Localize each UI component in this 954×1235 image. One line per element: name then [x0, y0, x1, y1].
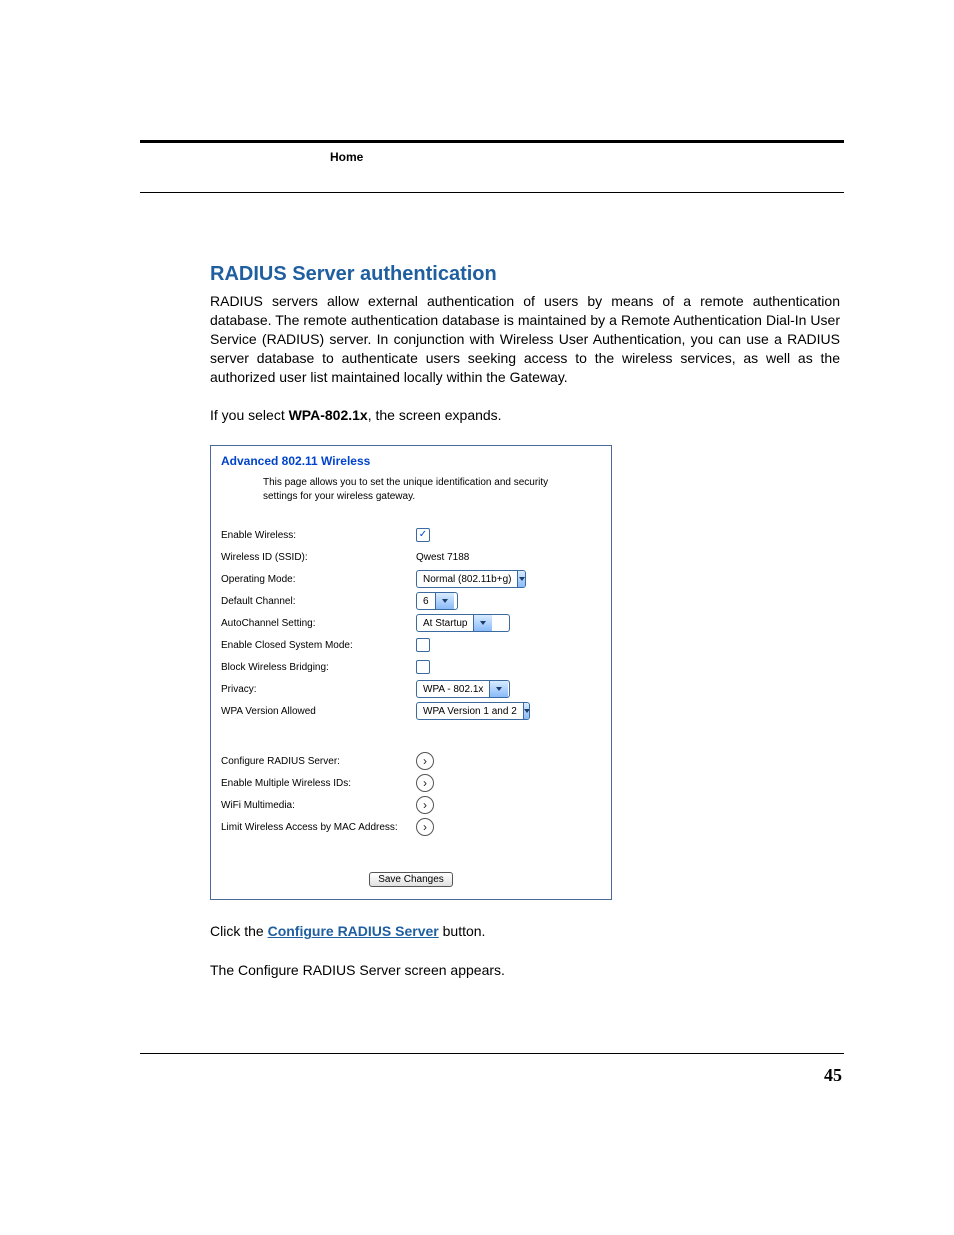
header-rule-thick — [140, 140, 844, 143]
footer-rule — [140, 1053, 844, 1054]
label-wifi-multimedia: WiFi Multimedia: — [221, 800, 416, 811]
checkbox-block-bridging[interactable] — [416, 660, 430, 674]
label-operating-mode: Operating Mode: — [221, 574, 416, 585]
save-changes-button[interactable]: Save Changes — [369, 872, 453, 887]
label-privacy: Privacy: — [221, 684, 416, 695]
screenshot-title: Advanced 802.11 Wireless — [211, 446, 611, 472]
label-mac-limit: Limit Wireless Access by MAC Address: — [221, 822, 416, 833]
go-button-mac-limit[interactable] — [416, 818, 434, 836]
select-autochannel[interactable]: At Startup — [416, 614, 510, 632]
header-breadcrumb: Home — [330, 150, 844, 164]
label-configure-radius: Configure RADIUS Server: — [221, 756, 416, 767]
select-operating-mode-value: Normal (802.11b+g) — [417, 574, 517, 585]
select-privacy[interactable]: WPA - 802.1x — [416, 680, 510, 698]
lead-in-post: , the screen expands. — [368, 407, 502, 423]
label-closed-system: Enable Closed System Mode: — [221, 640, 416, 651]
lead-in-bold: WPA-802.1x — [289, 407, 368, 423]
section-title: RADIUS Server authentication — [210, 263, 840, 286]
result-paragraph: The Configure RADIUS Server screen appea… — [210, 961, 840, 980]
select-operating-mode[interactable]: Normal (802.11b+g) — [416, 570, 526, 588]
intro-paragraph: RADIUS servers allow external authentica… — [210, 292, 840, 386]
click-pre: Click the — [210, 923, 268, 939]
label-ssid: Wireless ID (SSID): — [221, 552, 416, 563]
label-wpa-version: WPA Version Allowed — [221, 706, 416, 717]
select-default-channel[interactable]: 6 — [416, 592, 458, 610]
select-default-channel-value: 6 — [417, 596, 435, 607]
lead-in-pre: If you select — [210, 407, 289, 423]
screenshot-description: This page allows you to set the unique i… — [211, 472, 611, 524]
go-button-multi-ssid[interactable] — [416, 774, 434, 792]
select-wpa-version-value: WPA Version 1 and 2 — [417, 706, 523, 717]
select-autochannel-value: At Startup — [417, 618, 473, 629]
chevron-down-icon — [517, 571, 525, 587]
checkbox-closed-system[interactable] — [416, 638, 430, 652]
label-autochannel: AutoChannel Setting: — [221, 618, 416, 629]
go-button-configure-radius[interactable] — [416, 752, 434, 770]
header-rule-thin — [140, 192, 844, 193]
page-number: 45 — [824, 1065, 842, 1086]
label-enable-wireless: Enable Wireless: — [221, 530, 416, 541]
label-multi-ssid: Enable Multiple Wireless IDs: — [221, 778, 416, 789]
label-default-channel: Default Channel: — [221, 596, 416, 607]
chevron-down-icon — [523, 703, 530, 719]
chevron-down-icon — [435, 593, 454, 609]
click-post: button. — [439, 923, 486, 939]
chevron-down-icon — [489, 681, 508, 697]
configure-radius-link[interactable]: Configure RADIUS Server — [268, 923, 439, 939]
checkbox-enable-wireless[interactable] — [416, 528, 430, 542]
select-wpa-version[interactable]: WPA Version 1 and 2 — [416, 702, 530, 720]
value-ssid: Qwest 7188 — [416, 552, 469, 563]
chevron-down-icon — [473, 615, 492, 631]
go-button-wifi-multimedia[interactable] — [416, 796, 434, 814]
lead-in-paragraph: If you select WPA-802.1x, the screen exp… — [210, 406, 840, 425]
label-block-bridging: Block Wireless Bridging: — [221, 662, 416, 673]
select-privacy-value: WPA - 802.1x — [417, 684, 489, 695]
wireless-settings-screenshot: Advanced 802.11 Wireless This page allow… — [210, 445, 612, 900]
click-instruction: Click the Configure RADIUS Server button… — [210, 922, 840, 941]
